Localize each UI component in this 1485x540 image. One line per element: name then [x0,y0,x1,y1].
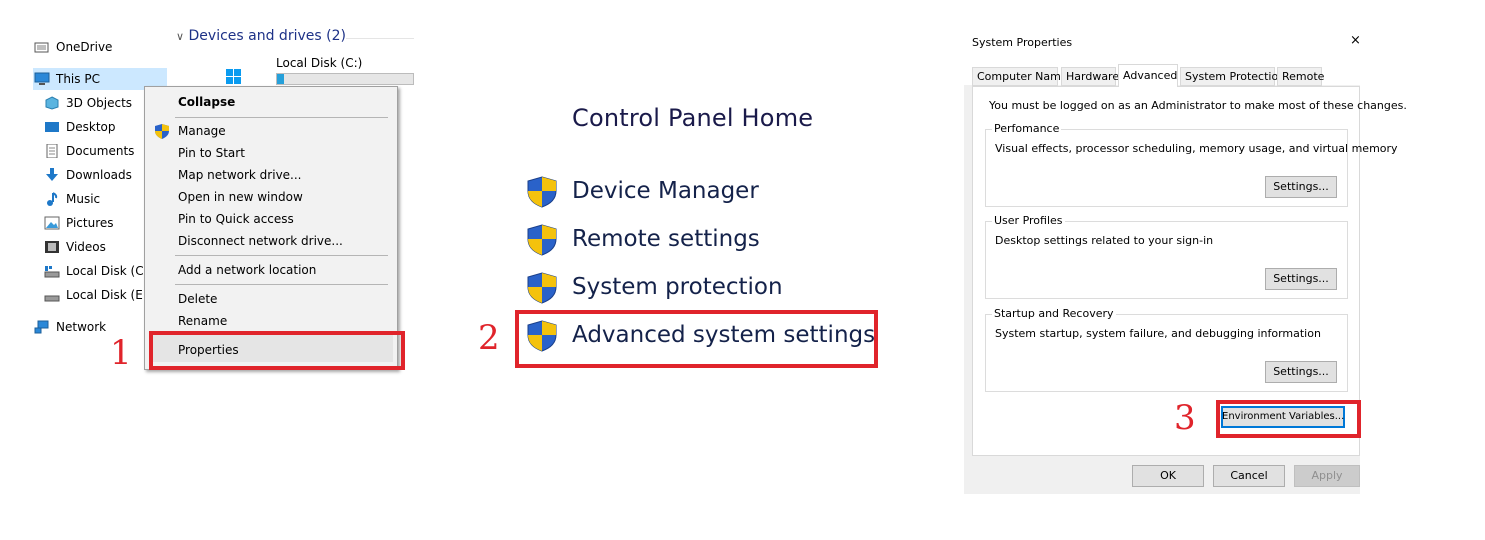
tab-hardware[interactable]: Hardware [1061,67,1119,86]
drive-usage-fill [277,74,284,84]
menu-item-disconnect-network-drive[interactable]: Disconnect network drive... [178,231,343,251]
menu-item-delete[interactable]: Delete [178,289,217,309]
startup-recovery-description: System startup, system failure, and debu… [995,327,1321,340]
nav-label: Downloads [66,168,132,182]
remote-settings-link[interactable]: Remote settings [572,226,760,252]
menu-separator [175,255,388,256]
menu-item-map-network-drive[interactable]: Map network drive... [178,165,302,185]
dialog-title: System Properties [972,36,1073,49]
menu-item-open-new-window[interactable]: Open in new window [178,187,303,207]
nav-item-documents[interactable]: Documents [44,140,134,162]
user-profiles-group-title: User Profiles [992,214,1065,227]
nav-label: Videos [66,240,106,254]
nav-item-music[interactable]: Music [44,188,100,210]
group-header-label: Devices and drives (2) [188,28,346,44]
documents-icon [44,143,60,159]
nav-label: This PC [56,72,100,86]
nav-item-local-disk-c[interactable]: Local Disk (C:) [44,260,152,282]
menu-item-add-network-location[interactable]: Add a network location [178,260,316,280]
menu-item-rename[interactable]: Rename [178,311,227,331]
nav-item-desktop[interactable]: Desktop [44,116,116,138]
step-2-highlight-box [515,310,878,368]
nav-item-network[interactable]: Network [34,316,106,338]
startup-recovery-settings-button[interactable]: Settings... [1265,361,1337,383]
step-2-number: 2 [478,318,500,358]
pictures-icon [44,216,60,230]
nav-label: OneDrive [56,40,113,54]
uac-shield-icon [527,176,557,208]
chevron-down-icon: ∨ [176,30,185,43]
3d-objects-icon [44,96,60,110]
nav-label: Local Disk (C:) [66,264,153,278]
drive-icon [44,288,60,302]
nav-item-local-disk-e[interactable]: Local Disk (E:) [44,284,152,306]
devices-group-header[interactable]: ∨ Devices and drives (2) [176,28,346,44]
tab-system-protection[interactable]: System Protection [1180,67,1285,86]
close-icon[interactable]: × [1350,33,1361,48]
videos-icon [44,240,60,254]
user-profiles-description: Desktop settings related to your sign-in [995,234,1214,247]
menu-separator [175,117,388,118]
nav-label: 3D Objects [66,96,133,110]
startup-recovery-group-title: Startup and Recovery [992,307,1116,320]
performance-description: Visual effects, processor scheduling, me… [995,142,1398,155]
step-3-number: 3 [1174,398,1196,438]
this-pc-icon [34,72,50,86]
drive-usage-bar [276,73,414,85]
step-1-highlight-box [149,331,405,370]
user-profiles-settings-button[interactable]: Settings... [1265,268,1337,290]
onedrive-icon [34,40,50,54]
uac-shield-icon [527,224,557,256]
nav-item-pictures[interactable]: Pictures [44,212,114,234]
windows-logo-icon [226,69,242,85]
menu-item-pin-to-start[interactable]: Pin to Start [178,143,245,163]
tab-computer-name[interactable]: Computer Name [972,67,1068,86]
menu-item-manage[interactable]: Manage [178,121,226,141]
group-divider [346,38,414,39]
ok-button[interactable]: OK [1132,465,1204,487]
network-icon [34,320,50,334]
context-menu: Collapse Manage Pin to Start Map network… [144,86,398,370]
menu-separator [175,284,388,285]
uac-shield-icon [155,124,169,139]
nav-label: Documents [66,144,135,158]
performance-settings-button[interactable]: Settings... [1265,176,1337,198]
device-manager-link[interactable]: Device Manager [572,178,759,204]
step-1-number: 1 [110,333,132,373]
performance-group-title: Perfomance [992,122,1062,135]
menu-item-pin-quick-access[interactable]: Pin to Quick access [178,209,294,229]
control-panel-home-link[interactable]: Control Panel Home [572,104,813,132]
music-icon [44,192,60,206]
apply-button[interactable]: Apply [1294,465,1360,487]
step-3-highlight-box [1216,400,1361,438]
uac-shield-icon [527,272,557,304]
cancel-button[interactable]: Cancel [1213,465,1285,487]
drive-icon [44,264,60,278]
nav-item-videos[interactable]: Videos [44,236,106,258]
nav-label: Pictures [66,216,114,230]
tab-remote[interactable]: Remote [1277,67,1324,86]
tab-advanced[interactable]: Advanced [1118,64,1178,87]
downloads-icon [44,168,60,182]
system-protection-link[interactable]: System protection [572,274,783,300]
nav-item-downloads[interactable]: Downloads [44,164,132,186]
nav-label: Local Disk (E:) [66,288,152,302]
drive-label[interactable]: Local Disk (C:) [276,56,362,70]
admin-note: You must be logged on as an Administrato… [989,99,1407,112]
nav-item-3d-objects[interactable]: 3D Objects [44,92,132,114]
menu-item-collapse[interactable]: Collapse [178,92,235,112]
nav-item-this-pc[interactable]: This PC [34,68,100,90]
nav-label: Music [66,192,101,206]
nav-label: Desktop [66,120,116,134]
nav-item-onedrive[interactable]: OneDrive [34,36,112,58]
nav-label: Network [56,320,107,334]
desktop-icon [44,120,60,134]
